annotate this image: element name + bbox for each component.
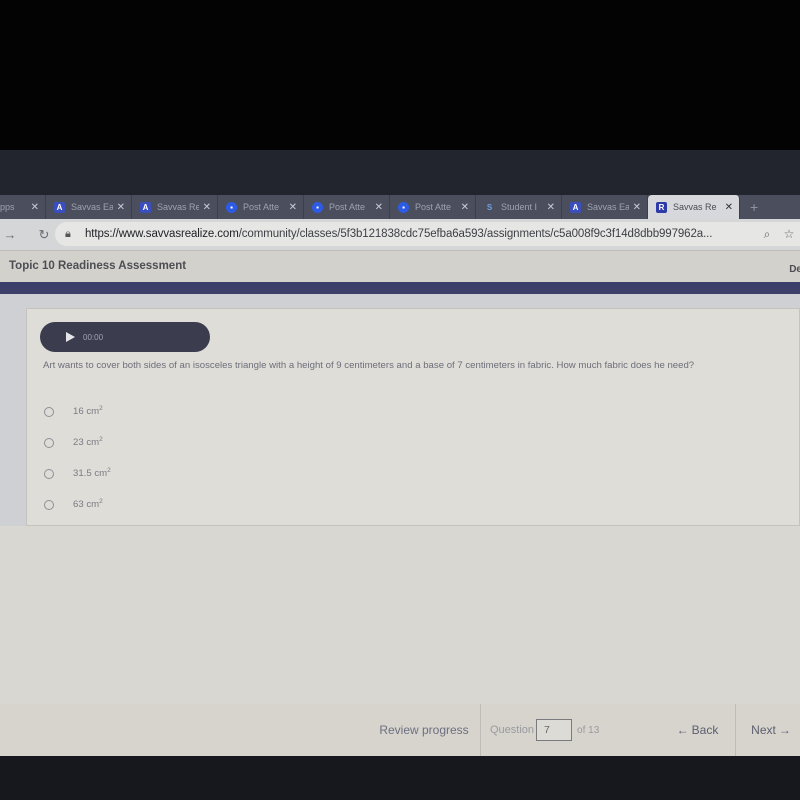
close-tab-icon[interactable]: ✕ <box>203 202 211 213</box>
savvas-icon: A <box>54 201 65 213</box>
close-tab-icon[interactable]: ✕ <box>375 202 383 213</box>
choice-label: 63 cm2 <box>73 498 103 511</box>
answer-choice[interactable]: 16 cm2 <box>44 396 111 427</box>
zoom-icon: ▪ <box>398 201 409 213</box>
tab-savvas-easybridge[interactable]: A Savvas Ea ✕ <box>46 195 132 219</box>
arrow-right-icon: → <box>778 723 791 737</box>
url-field[interactable]: 🔒︎ https://www.savvasrealize.com/communi… <box>55 222 800 246</box>
close-tab-icon[interactable]: ✕ <box>461 202 469 213</box>
radio-button[interactable] <box>44 437 54 448</box>
tab-post-attendee-1[interactable]: ▪ Post Atte ✕ <box>218 195 304 219</box>
assessment-header: Topic 10 Readiness Assessment De <box>0 250 800 283</box>
address-bar: → ↻ 🔒︎ https://www.savvasrealize.com/com… <box>0 219 800 250</box>
play-icon[interactable] <box>66 332 75 342</box>
radio-button[interactable] <box>44 406 54 417</box>
question-label: Question <box>490 724 535 736</box>
tab-title: Savvas Re <box>157 202 199 212</box>
answer-choices: 16 cm2 23 cm2 31.5 cm2 63 cm2 <box>44 396 111 520</box>
zoom-icon: ▪ <box>312 201 323 213</box>
tab-savvas-realize-active[interactable]: R Savvas Re ✕ <box>648 195 740 219</box>
forward-icon[interactable]: → <box>0 227 20 242</box>
radio-button[interactable] <box>44 468 54 479</box>
zoom-icon: ▪ <box>226 201 237 213</box>
answer-choice[interactable]: 63 cm2 <box>44 489 111 520</box>
url-path: /community/classes/5f3b121838cdc75efba6a… <box>238 228 713 240</box>
screen-edge <box>0 150 800 195</box>
tab-title: Post Atte <box>415 202 452 212</box>
url-text[interactable]: https://www.savvasrealize.com/community/… <box>85 228 756 240</box>
url-host: https://www.savvasrealize.com <box>85 228 239 240</box>
savvas-icon: A <box>140 201 151 213</box>
header-accent-bar <box>0 282 800 294</box>
tab-title: Student I <box>501 202 538 212</box>
lock-icon: 🔒︎ <box>65 227 71 240</box>
close-tab-icon[interactable]: ✕ <box>633 202 641 213</box>
zoom-lens-icon[interactable]: ⌕ <box>756 227 778 242</box>
blank-area <box>0 526 800 704</box>
back-button[interactable]: ← Back <box>660 704 736 756</box>
question-navigator: Question of 13 <box>481 704 651 756</box>
question-prompt: Art wants to cover both sides of an isos… <box>43 360 695 371</box>
next-button[interactable]: Next → <box>742 704 800 756</box>
tab-apps[interactable]: pps ✕ <box>0 195 46 219</box>
monitor-bezel-bottom <box>0 756 800 800</box>
tab-savvas-realize[interactable]: A Savvas Re ✕ <box>132 195 218 219</box>
close-tab-icon[interactable]: ✕ <box>289 202 297 213</box>
choice-label: 16 cm2 <box>73 405 103 418</box>
question-total: of 13 <box>577 724 600 736</box>
choice-label: 23 cm2 <box>73 436 103 449</box>
realize-icon: R <box>656 201 667 213</box>
arrow-left-icon: ← <box>676 723 689 737</box>
radio-button[interactable] <box>44 499 54 510</box>
back-label: Back <box>691 723 719 737</box>
page-title: Topic 10 Readiness Assessment <box>9 260 187 272</box>
tab-title: pps <box>0 202 15 212</box>
monitor-bezel-top <box>0 0 800 150</box>
tab-title: Savvas Ea <box>71 202 113 212</box>
close-tab-icon[interactable]: ✕ <box>547 202 555 213</box>
tab-post-attendee-3[interactable]: ▪ Post Atte ✕ <box>390 195 476 219</box>
student-icon: S <box>486 202 493 212</box>
tab-title: Post Atte <box>329 202 366 212</box>
close-tab-icon[interactable]: ✕ <box>31 202 39 213</box>
next-label: Next <box>751 723 776 737</box>
header-right-link[interactable]: De <box>789 264 800 275</box>
tab-title: Savvas Re <box>673 202 717 212</box>
audio-time: 00:00 <box>83 332 104 342</box>
browser-tab-strip: pps ✕ A Savvas Ea ✕ A Savvas Re ✕ ▪ Post… <box>0 195 800 219</box>
tab-post-attendee-2[interactable]: ▪ Post Atte ✕ <box>304 195 390 219</box>
close-tab-icon[interactable]: ✕ <box>725 202 733 213</box>
answer-choice[interactable]: 31.5 cm2 <box>44 458 111 489</box>
tab-student[interactable]: S Student I ✕ <box>476 195 562 219</box>
reload-icon[interactable]: ↻ <box>34 227 54 243</box>
tab-savvas-easybridge-2[interactable]: A Savvas Ea ✕ <box>562 195 648 219</box>
choice-label: 31.5 cm2 <box>73 467 111 480</box>
savvas-icon: A <box>570 201 581 213</box>
audio-player[interactable]: 00:00 <box>40 322 210 352</box>
assessment-footer: Review progress Question of 13 ← Back Ne… <box>0 704 800 756</box>
review-progress-button[interactable]: Review progress <box>368 704 481 756</box>
tab-title: Post Atte <box>243 202 280 212</box>
question-number-input[interactable] <box>536 719 573 741</box>
tab-title: Savvas Ea <box>587 202 629 212</box>
answer-choice[interactable]: 23 cm2 <box>44 427 111 458</box>
new-tab-button[interactable]: + <box>740 195 758 219</box>
bookmark-star-icon[interactable]: ☆ <box>778 227 800 241</box>
close-tab-icon[interactable]: ✕ <box>117 202 125 213</box>
